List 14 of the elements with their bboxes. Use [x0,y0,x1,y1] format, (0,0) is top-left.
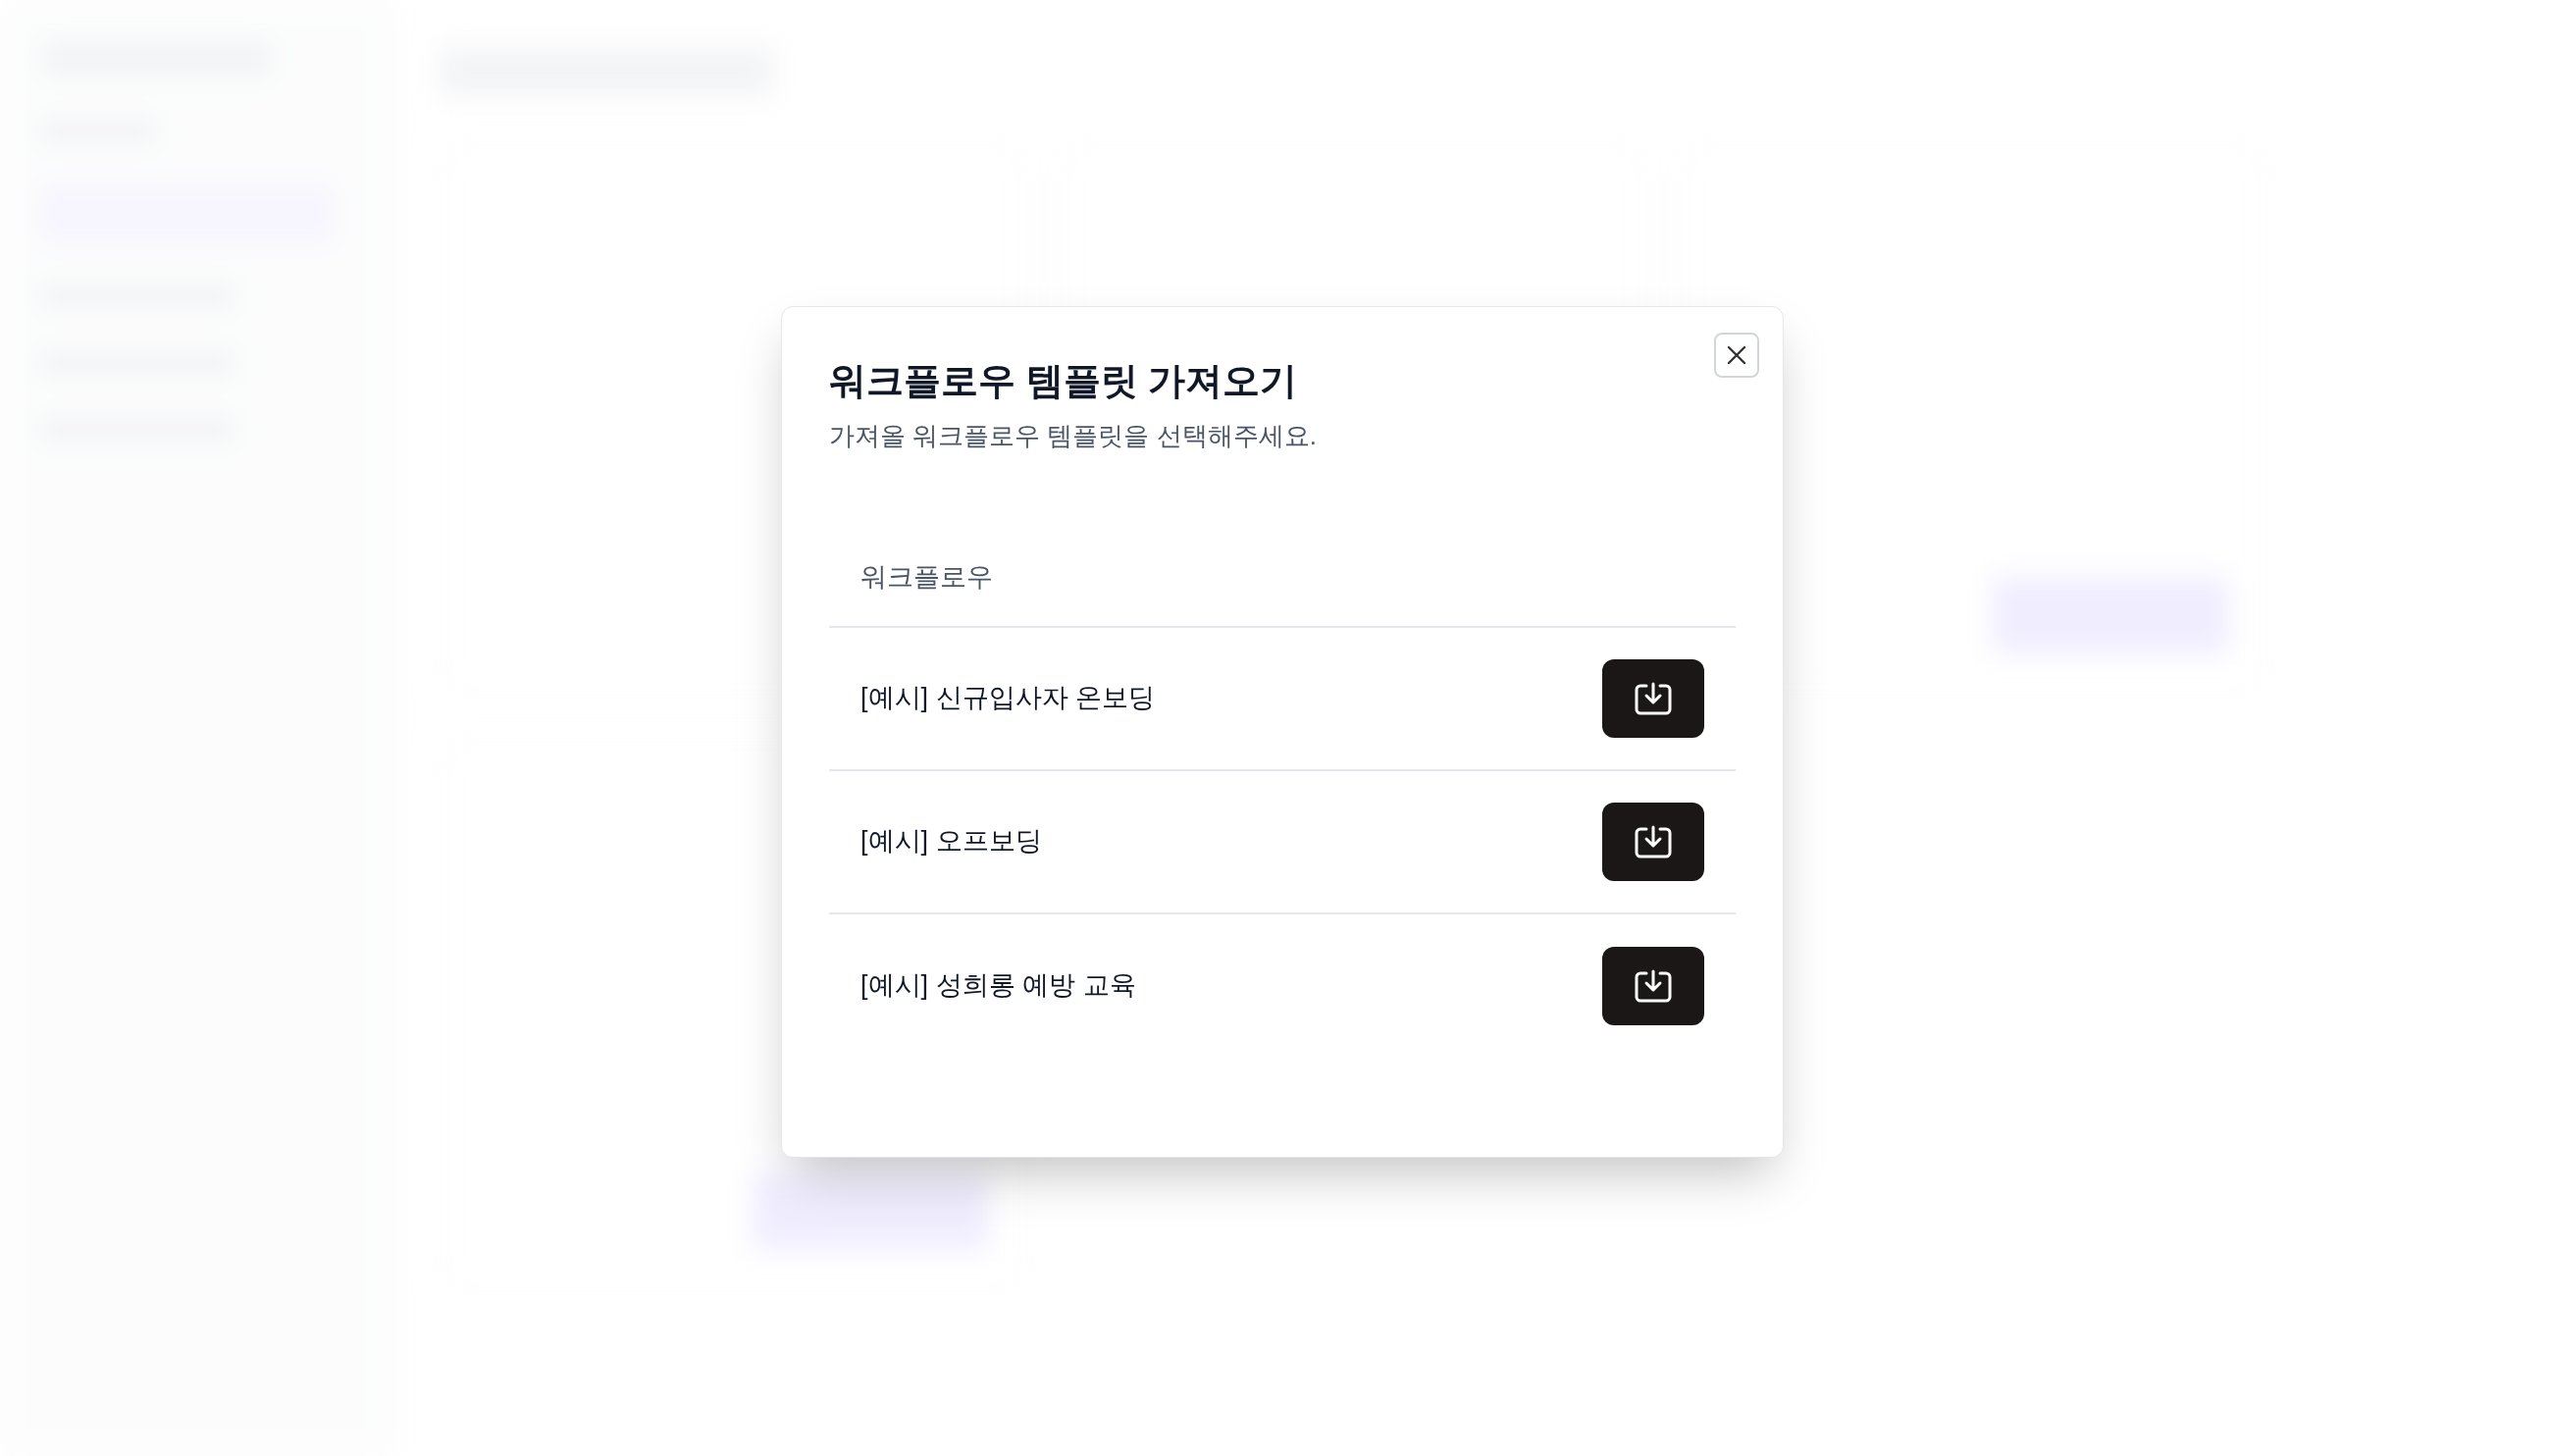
column-header: 워크플로우 [860,561,993,595]
download-icon [1634,967,1673,1004]
dialog-subtitle: 가져올 워크플로우 템플릿을 선택해주세요. [829,419,1318,452]
import-button[interactable] [1602,658,1704,738]
close-button[interactable] [1714,333,1759,378]
download-icon [1634,680,1673,716]
template-name: [예시] 성희롱 예방 교육 [860,969,1136,1003]
dialog-title: 워크플로우 템플릿 가져오기 [829,359,1299,403]
download-icon [1634,823,1673,859]
template-name: [예시] 오프보딩 [860,825,1042,858]
template-name: [예시] 신규입사자 온보딩 [860,682,1155,715]
import-button[interactable] [1602,802,1704,881]
import-button[interactable] [1602,946,1704,1025]
close-icon [1726,344,1747,366]
